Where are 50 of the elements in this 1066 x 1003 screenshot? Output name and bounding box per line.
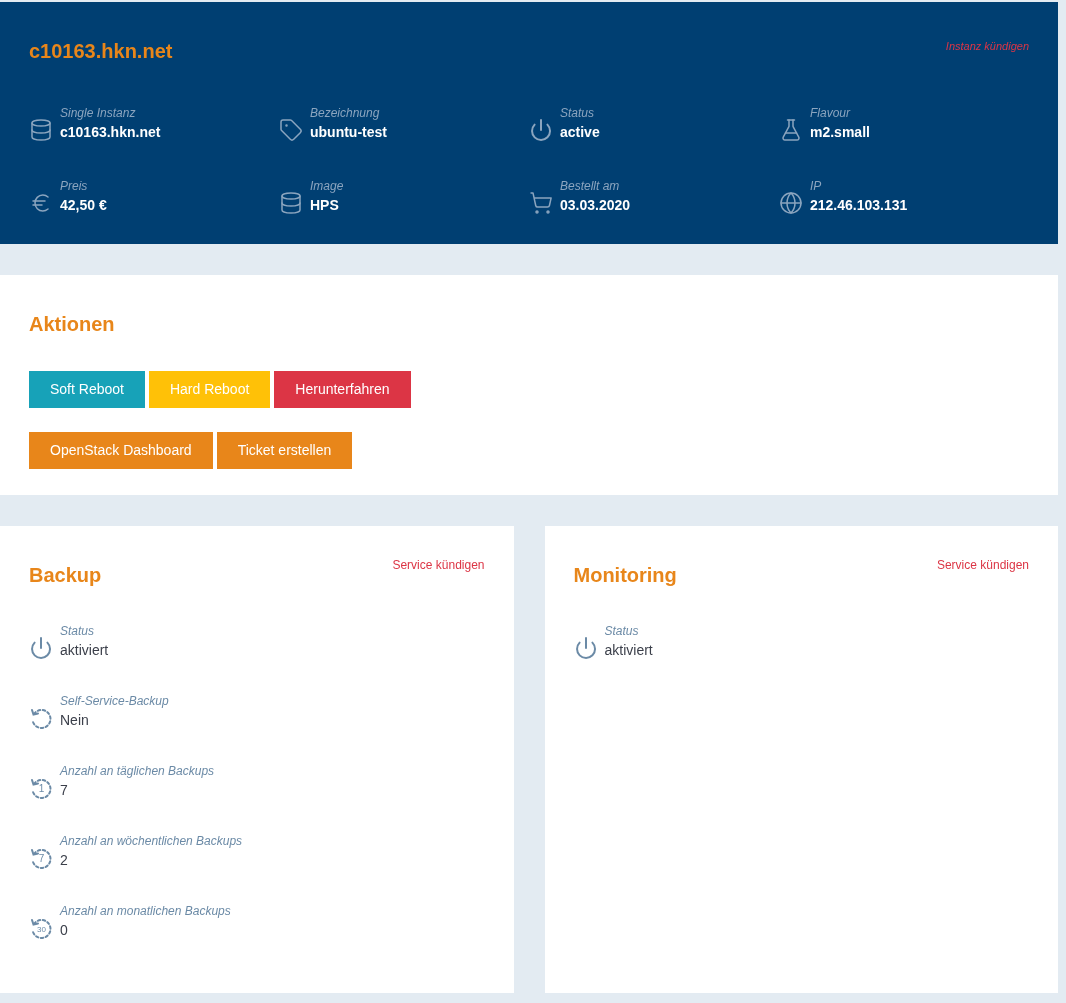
power-icon	[29, 636, 53, 660]
instance-title: c10163.hkn.net	[29, 39, 173, 64]
field-value: 2	[60, 851, 69, 870]
field-value: 7	[60, 781, 69, 800]
cancel-service-link[interactable]: Service kündigen	[392, 556, 485, 574]
action-button[interactable]: Ticket erstellen	[216, 432, 353, 469]
field-value: m2.small	[810, 123, 870, 142]
field-label: Anzahl an täglichen Backups	[60, 763, 215, 780]
field-label: Anzahl an wöchentlichen Backups	[60, 833, 243, 850]
field-value: aktiviert	[604, 641, 653, 660]
tag-icon	[279, 118, 303, 142]
field-value: 42,50 €	[60, 196, 107, 215]
cancel-instance-link[interactable]: Instanz kündigen	[945, 38, 1029, 55]
action-button[interactable]: Hard Reboot	[148, 371, 271, 408]
section-title: Backup	[29, 563, 102, 588]
action-button[interactable]: Herunterfahren	[274, 371, 411, 408]
action-button[interactable]: Soft Reboot	[29, 371, 145, 408]
field-value: 0	[60, 921, 69, 940]
field-value: c10163.hkn.net	[60, 123, 161, 142]
cancel-service-link[interactable]: Service kündigen	[936, 556, 1029, 574]
power-icon	[573, 636, 598, 660]
field-label: Image	[310, 178, 344, 195]
field-value: aktiviert	[60, 641, 109, 660]
field-value: Nein	[60, 711, 90, 730]
field-label: Anzahl an monatlichen Backups	[60, 903, 231, 920]
field-value: 03.03.2020	[560, 196, 631, 215]
section-title: Aktionen	[29, 312, 116, 337]
history-icon	[29, 706, 53, 730]
field-value: 212.46.103.131	[810, 196, 908, 215]
section-title: Monitoring	[573, 563, 677, 588]
database-icon	[29, 118, 53, 142]
field-label: Status	[560, 105, 596, 122]
field-value: ubuntu-test	[310, 123, 387, 142]
field-label: Bestellt am	[560, 178, 621, 195]
field-label: Preis	[60, 178, 89, 195]
field-label: Status	[604, 623, 640, 640]
field-label: IP	[810, 178, 823, 195]
field-label: Single Instanz	[60, 105, 137, 122]
power-icon	[529, 118, 553, 142]
action-button[interactable]: OpenStack Dashboard	[29, 432, 213, 469]
flask-icon	[779, 118, 803, 142]
field-value: HPS	[310, 196, 340, 215]
field-label: Flavour	[810, 105, 852, 122]
field-value: active	[560, 123, 600, 142]
globe-icon	[779, 191, 803, 215]
field-label: Status	[60, 623, 96, 640]
field-label: Bezeichnung	[310, 105, 381, 122]
database-icon	[279, 191, 303, 215]
cart-icon	[529, 191, 553, 215]
field-label: Self-Service-Backup	[60, 693, 169, 710]
